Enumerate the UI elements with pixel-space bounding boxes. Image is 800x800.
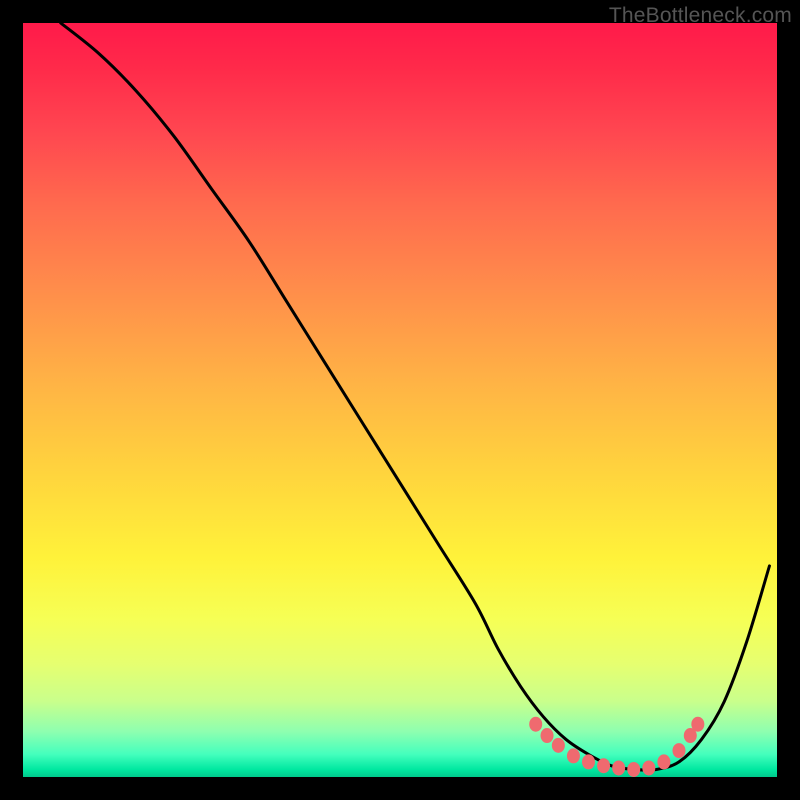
marker-dot <box>672 743 685 758</box>
marker-dot <box>627 762 640 777</box>
watermark-text: TheBottleneck.com <box>609 4 792 28</box>
marker-dot <box>582 754 595 769</box>
curve-layer <box>23 23 777 777</box>
marker-dot <box>541 728 554 743</box>
marker-dot <box>552 738 565 753</box>
plot-area <box>23 23 777 777</box>
chart-container: TheBottleneck.com <box>0 0 800 800</box>
highlight-markers <box>529 717 704 777</box>
bottleneck-curve <box>61 23 770 770</box>
marker-dot <box>657 754 670 769</box>
marker-dot <box>642 760 655 775</box>
marker-dot <box>529 717 542 732</box>
marker-dot <box>612 760 625 775</box>
marker-dot <box>691 717 704 732</box>
marker-dot <box>597 758 610 773</box>
marker-dot <box>567 748 580 763</box>
